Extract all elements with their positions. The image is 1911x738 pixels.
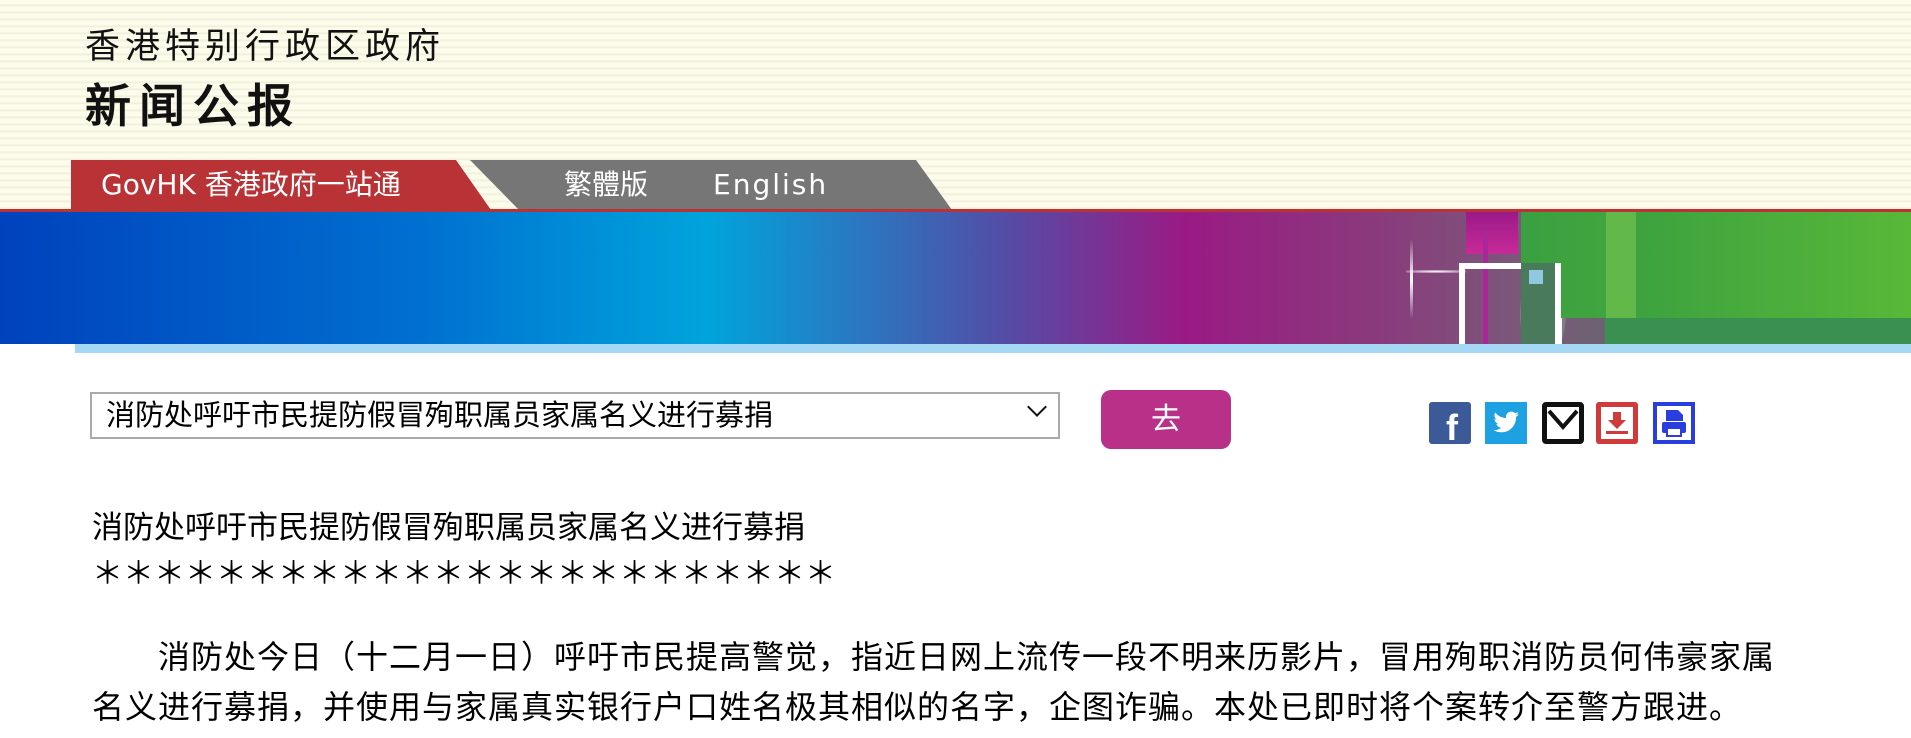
traditional-chinese-link[interactable]: 繁體版: [564, 160, 648, 210]
download-icon[interactable]: [1596, 402, 1638, 444]
print-icon[interactable]: [1653, 402, 1695, 444]
article-paragraph: 消防处今日（十二月一日）呼吁市民提高警觉，指近日网上流传一段不明来历影片，冒用殉…: [92, 638, 1776, 726]
title-separator: ＊＊＊＊＊＊＊＊＊＊＊＊＊＊＊＊＊＊＊＊＊＊＊＊: [92, 556, 836, 592]
divider: [75, 344, 1911, 353]
twitter-icon[interactable]: [1485, 402, 1527, 444]
english-link[interactable]: English: [713, 160, 828, 210]
go-button[interactable]: 去: [1101, 390, 1231, 449]
header: 香港特别行政区政府 新闻公报 GovHK 香港政府一站通 繁體版 English: [0, 0, 1911, 211]
selected-article: 消防处呼吁市民提防假冒殉职属员家属名义进行募捐: [106, 398, 774, 432]
language-tabs: 繁體版 English: [470, 160, 952, 210]
banner-image: [0, 212, 1911, 344]
article-title: 消防处呼吁市民提防假冒殉职属员家属名义进行募捐: [92, 510, 805, 546]
article-select[interactable]: 消防处呼吁市民提防假冒殉职属员家属名义进行募捐: [90, 392, 1060, 439]
email-icon[interactable]: [1542, 402, 1584, 444]
government-title: 香港特别行政区政府: [85, 27, 446, 67]
press-releases-title: 新闻公报: [85, 79, 301, 133]
chevron-down-icon: [1027, 397, 1047, 417]
facebook-icon[interactable]: f: [1429, 402, 1471, 446]
govhk-link[interactable]: GovHK 香港政府一站通: [71, 160, 491, 210]
